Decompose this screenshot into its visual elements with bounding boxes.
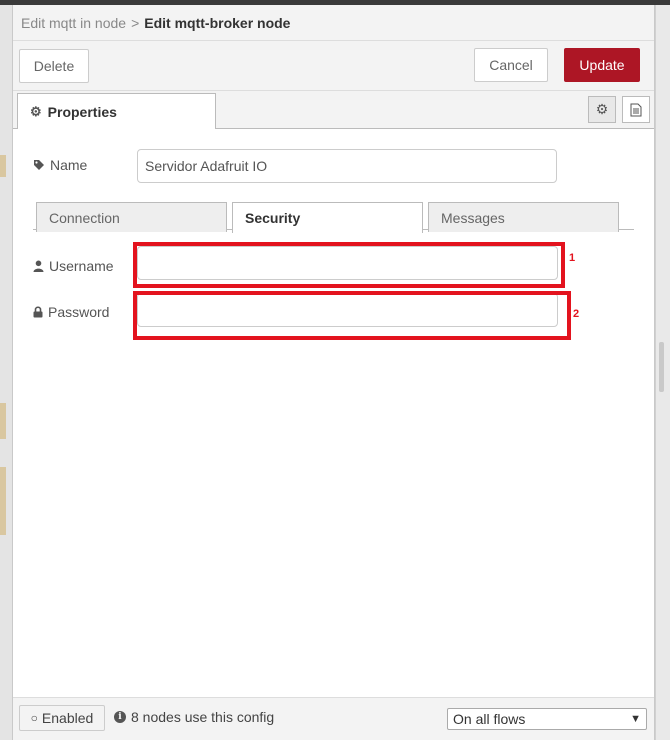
enabled-label: Enabled: [41, 710, 94, 726]
config-users-info: i 8 nodes use this config: [114, 709, 274, 725]
config-subtabs: Connection Security Messages: [33, 198, 634, 233]
annotation-box-1: [133, 242, 565, 288]
workspace-node-fragment: [0, 155, 6, 177]
tray-toolbar: Delete Cancel Update: [13, 41, 654, 91]
annotation-label-1: 1: [569, 252, 576, 264]
properties-panel: Name Servidor Adafruit IO Connection Sec…: [13, 129, 654, 697]
breadcrumb-parent[interactable]: Edit mqtt in node: [21, 15, 126, 31]
name-row: Name: [33, 157, 87, 173]
tab-properties[interactable]: ⚙ Properties: [17, 93, 216, 130]
document-icon: [630, 103, 642, 116]
breadcrumb-current: Edit mqtt-broker node: [144, 15, 291, 31]
subtab-connection[interactable]: Connection: [36, 202, 227, 232]
info-icon: i: [114, 711, 126, 723]
password-label: Password: [33, 304, 109, 320]
edit-tray: Edit mqtt in node > Edit mqtt-broker node …: [12, 5, 655, 740]
subtab-messages[interactable]: Messages: [428, 202, 619, 232]
subtab-security[interactable]: Security: [232, 202, 423, 233]
node-description-button[interactable]: [622, 96, 650, 123]
config-scope-select[interactable]: On all flows ▼: [447, 708, 647, 730]
gear-icon: ⚙: [30, 104, 42, 119]
breadcrumb-separator: >: [131, 15, 140, 31]
tray-resize-bar[interactable]: [655, 5, 670, 740]
node-settings-button[interactable]: ⚙: [588, 96, 616, 123]
enabled-toggle[interactable]: ○ Enabled: [19, 705, 105, 731]
circle-icon: ○: [30, 711, 38, 725]
config-users-text: 8 nodes use this config: [131, 709, 275, 725]
config-scope-value: On all flows: [453, 711, 526, 727]
update-button[interactable]: Update: [564, 48, 640, 82]
cancel-button[interactable]: Cancel: [474, 48, 548, 82]
username-label: Username: [33, 258, 114, 274]
breadcrumb: Edit mqtt in node > Edit mqtt-broker node: [13, 5, 654, 41]
annotation-label-2: 2: [573, 308, 580, 320]
workspace-node-fragment: [0, 467, 6, 535]
resize-handle[interactable]: [659, 342, 664, 392]
name-input[interactable]: Servidor Adafruit IO: [137, 149, 557, 183]
delete-button[interactable]: Delete: [19, 49, 89, 83]
tray-tabs: ⚙ Properties ⚙: [13, 91, 654, 130]
chevron-down-icon: ▼: [630, 713, 641, 725]
tag-icon: [34, 160, 44, 170]
annotation-box-2: [133, 291, 571, 340]
tray-footer: ○ Enabled i 8 nodes use this config On a…: [13, 697, 654, 740]
lock-icon: [33, 306, 43, 318]
tab-properties-label: Properties: [47, 104, 117, 120]
password-label-text: Password: [48, 304, 110, 320]
name-label-text: Name: [50, 157, 88, 173]
gear-icon: ⚙: [595, 101, 609, 117]
user-icon: [33, 260, 44, 272]
workspace-node-fragment: [0, 403, 6, 439]
username-label-text: Username: [49, 258, 114, 274]
workspace-edge: [0, 5, 12, 740]
name-label: Name: [33, 157, 87, 173]
